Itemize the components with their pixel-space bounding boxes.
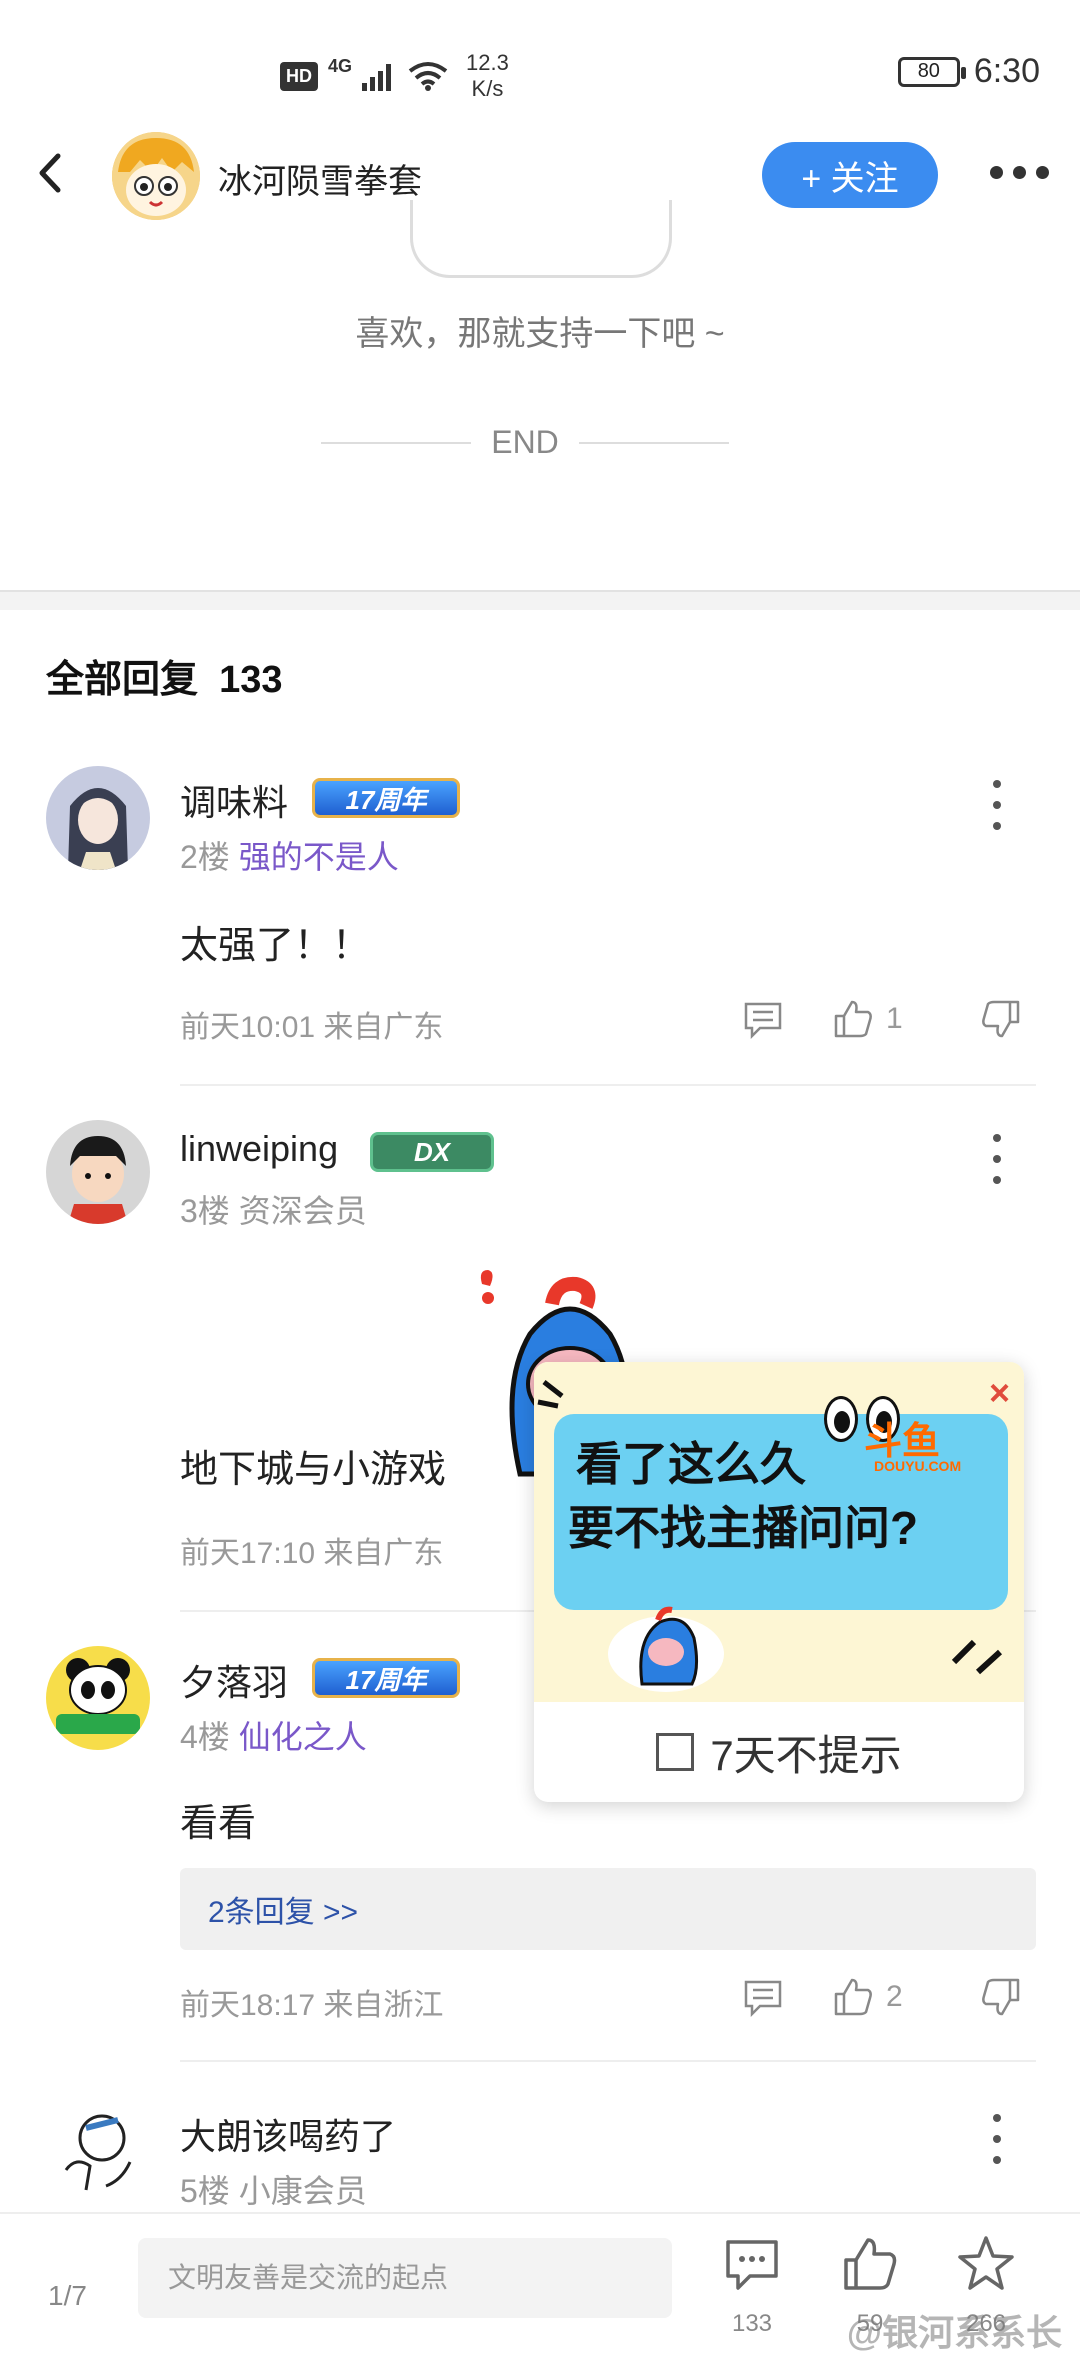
speed-value: 12.3: [466, 50, 509, 75]
status-bar: HD 4G 12.3 K/s 80 6:30: [0, 0, 1080, 120]
ad-banner[interactable]: 看了这么久 斗鱼 DOUYU.COM 要不找主播问问? ×: [534, 1362, 1024, 1702]
comment-author[interactable]: linweiping: [180, 1128, 338, 1170]
anime-girl-avatar-icon: [46, 766, 150, 870]
ad-headline-1: 看了这么久: [576, 1438, 806, 1490]
signal-icon: [362, 64, 392, 91]
anniversary-badge: 17周年: [312, 1658, 460, 1698]
section-divider: [0, 590, 1080, 610]
reply-icon[interactable]: [742, 1976, 784, 2018]
dismiss-checkbox[interactable]: [656, 1733, 695, 1771]
support-text: 喜欢，那就支持一下吧 ~: [355, 315, 725, 353]
follow-button[interactable]: + 关注: [762, 142, 938, 208]
comment-meta: 前天18:17 来自浙江: [180, 1989, 444, 2022]
comment-divider: [180, 2060, 1036, 2062]
thumbs-down-icon[interactable]: [980, 998, 1022, 1040]
comment-level: 3楼 资深会员: [180, 1186, 367, 1232]
comment-level: 2楼 强的不是人: [180, 832, 399, 878]
replies-title: 全部回复: [46, 659, 199, 701]
clock: 6:30: [973, 52, 1040, 90]
comment-actions: 1: [740, 998, 1040, 1044]
panda-avatar-icon: [46, 1646, 150, 1750]
comment-meta: 前天10:01 来自广东: [180, 1011, 444, 1044]
support-like-button[interactable]: [410, 200, 672, 278]
ad-brand: 斗鱼: [864, 1421, 941, 1463]
comment-author[interactable]: 大朗该喝药了: [180, 2108, 396, 2160]
more-options-icon[interactable]: [990, 166, 1056, 184]
member-title: 强的不是人: [238, 839, 399, 875]
author-name[interactable]: 冰河陨雪拳套: [218, 154, 422, 203]
avatar[interactable]: [46, 1120, 150, 1224]
comments-icon[interactable]: [722, 2234, 782, 2294]
end-marker: END: [310, 424, 740, 461]
thumbs-down-icon[interactable]: [980, 1976, 1022, 2018]
hd-badge: HD: [280, 61, 318, 91]
status-left: HD 4G 12.3 K/s: [280, 50, 509, 102]
end-line-left: [321, 441, 472, 444]
ad-headline-2: 要不找主播问问?: [568, 1502, 919, 1554]
avatar[interactable]: [46, 2100, 150, 2204]
battery-level: 80: [917, 60, 940, 82]
avatar[interactable]: [46, 766, 150, 870]
end-line-right: [578, 441, 729, 444]
comments-count: 133: [731, 2310, 773, 2337]
comment-author[interactable]: 夕落羽: [180, 1654, 288, 1706]
battery-icon: 80: [897, 56, 966, 87]
sub-replies-link[interactable]: 2条回复 >>: [180, 1868, 1036, 1950]
back-arrow-icon[interactable]: [30, 148, 70, 198]
watermark: @银河系系长: [846, 2312, 1062, 2353]
dismiss-label: 7天不提示: [710, 1731, 902, 1779]
comment-actions: 2: [740, 1976, 1040, 2022]
floor-number: 4楼: [180, 1719, 230, 1755]
sketch-avatar-icon: [46, 2100, 150, 2204]
cartoon-boy-avatar-icon: [46, 1120, 150, 1224]
ad-close-icon[interactable]: ×: [989, 1372, 1010, 1414]
comment-author[interactable]: 调味料: [180, 774, 288, 826]
floor-number: 5楼: [180, 2173, 230, 2209]
anniversary-badge: 17周年: [312, 778, 460, 818]
author-avatar[interactable]: [112, 132, 200, 220]
network-type: 4G: [328, 55, 353, 76]
wifi-icon: [408, 62, 448, 91]
comment-level: 5楼 小康会员: [180, 2166, 367, 2212]
floor-number: 2楼: [180, 839, 230, 875]
member-title: 小康会员: [238, 2173, 367, 2209]
reply-icon[interactable]: [742, 998, 784, 1040]
bottom-bar: 1/7 133 59 266 @银河系系长: [0, 2212, 1080, 2376]
status-right: 80 6:30: [897, 52, 1040, 91]
comment-text: 看看: [180, 1803, 257, 1845]
comment-menu-icon[interactable]: [990, 1134, 1004, 1184]
thumbs-up-icon[interactable]: [832, 1976, 874, 2018]
like-count: 2: [886, 1980, 903, 2013]
comment-meta: 前天17:10 来自广东: [180, 1537, 444, 1570]
floor-number: 3楼: [180, 1193, 230, 1229]
network-speed: 12.3 K/s: [466, 50, 509, 102]
member-title: 仙化之人: [238, 1719, 367, 1755]
thumbs-up-icon[interactable]: [832, 998, 874, 1040]
avatar[interactable]: [46, 1646, 150, 1750]
like-count: 1: [886, 1002, 903, 1035]
comment-text: 太强了！！: [180, 925, 371, 967]
replies-header: 全部回复 133: [46, 648, 283, 703]
like-icon[interactable]: [840, 2234, 900, 2294]
comment-divider: [180, 1084, 1036, 1086]
speed-unit: K/s: [471, 76, 504, 101]
cartoon-face-icon: [112, 132, 200, 220]
ad-popup[interactable]: 看了这么久 斗鱼 DOUYU.COM 要不找主播问问? × 7天不提示: [534, 1362, 1024, 1802]
ad-mascot-icon: [608, 1606, 724, 1692]
star-icon[interactable]: [956, 2234, 1016, 2294]
comment-menu-icon[interactable]: [990, 2114, 1004, 2164]
replies-count: 133: [219, 659, 283, 701]
ad-brand-sub: DOUYU.COM: [874, 1458, 962, 1474]
comment-input[interactable]: [138, 2238, 672, 2318]
comment-menu-icon[interactable]: [990, 780, 1004, 830]
dx-badge: DX: [370, 1132, 494, 1172]
member-title: 资深会员: [238, 1193, 367, 1229]
comment-text: 地下城与小游戏: [180, 1449, 447, 1491]
end-label: END: [491, 424, 559, 460]
comment-level: 4楼 仙化之人: [180, 1712, 367, 1758]
ad-dismiss-option[interactable]: 7天不提示: [534, 1702, 1024, 1802]
page-indicator[interactable]: 1/7: [48, 2280, 87, 2312]
